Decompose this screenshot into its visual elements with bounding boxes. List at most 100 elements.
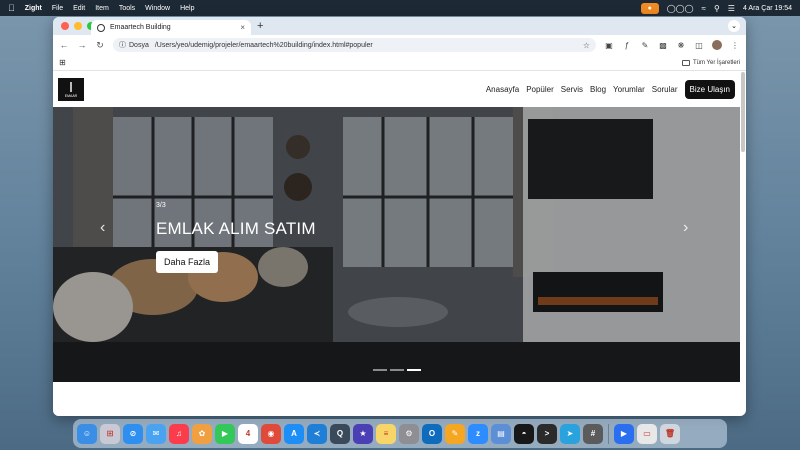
- new-tab-button[interactable]: +: [257, 20, 263, 32]
- status-dots-icon[interactable]: ◯◯◯: [667, 4, 694, 13]
- pen-icon[interactable]: ✎: [640, 41, 650, 50]
- slide-counter: 3/3: [156, 202, 166, 209]
- menu-window[interactable]: Window: [145, 5, 170, 12]
- calendar-icon[interactable]: 4: [238, 423, 258, 444]
- menubar-status-area: ● ◯◯◯ ≈ ⚲ ☰ 4 Ara Çar 19:54: [640, 2, 792, 14]
- tab-emaartech[interactable]: Emaartech Building ×: [91, 20, 251, 35]
- contact-button[interactable]: Bize Ulaşın: [684, 80, 735, 99]
- hero-dark-overlay: [53, 107, 740, 382]
- menu-edit[interactable]: Edit: [73, 5, 85, 12]
- telegram-icon[interactable]: ➤: [560, 423, 580, 444]
- web-page: EMAAR Anasayfa Popüler Servis Blog Yorum…: [53, 72, 740, 416]
- address-bar[interactable]: ⓘ Dosya /Users/yeo/udemig/projeler/emaar…: [113, 38, 596, 52]
- zight-icon[interactable]: ▶: [614, 423, 634, 444]
- recording-icon[interactable]: ●: [640, 2, 659, 14]
- extension-f-icon[interactable]: ƒ: [622, 41, 632, 50]
- hero-carousel: 3/3 EMLAK ALIM SATIM Daha Fazla ‹ ›: [53, 107, 740, 382]
- profile-avatar[interactable]: [712, 40, 722, 50]
- close-window-button[interactable]: [61, 22, 69, 30]
- search-icon[interactable]: ⚲: [714, 4, 720, 13]
- site-header: EMAAR Anasayfa Popüler Servis Blog Yorum…: [53, 72, 740, 107]
- hero-title: EMLAK ALIM SATIM: [156, 219, 316, 238]
- macos-menubar:  Zight File Edit Item Tools Window Help…: [0, 0, 800, 16]
- macos-dock: ☺ ⊞ ⊘ ✉ ♫ ✿ ▶ 4 ◉ A ≺ Q ★ ≡ ⚙ O ✎ z ▤ ◓ > ➤ # ▶ ▭ 🗑: [73, 419, 727, 448]
- wifi-icon[interactable]: ≈: [702, 4, 706, 13]
- page-scrollbar[interactable]: [741, 72, 745, 152]
- screen-capture-icon[interactable]: ▣: [604, 41, 614, 50]
- downloads-icon[interactable]: ▭: [637, 423, 657, 444]
- nav-servis[interactable]: Servis: [561, 85, 583, 94]
- carousel-indicator-2[interactable]: [390, 369, 404, 371]
- logo-tower-icon: [70, 82, 72, 92]
- finder-icon[interactable]: ☺: [77, 423, 97, 444]
- mail-icon[interactable]: ✉: [146, 423, 166, 444]
- preview-icon[interactable]: ▤: [491, 423, 511, 444]
- outlook-icon[interactable]: O: [422, 423, 442, 444]
- minimize-window-button[interactable]: [74, 22, 82, 30]
- notes-icon[interactable]: ≡: [376, 423, 396, 444]
- quicktime-icon[interactable]: Q: [330, 423, 350, 444]
- calculator-icon[interactable]: #: [583, 423, 603, 444]
- nav-populer[interactable]: Popüler: [526, 85, 554, 94]
- nav-anasayfa[interactable]: Anasayfa: [486, 85, 519, 94]
- site-logo[interactable]: EMAAR: [58, 78, 84, 101]
- photos-icon[interactable]: ✿: [192, 423, 212, 444]
- menu-item[interactable]: Item: [95, 5, 109, 12]
- apple-icon[interactable]: : [8, 3, 15, 13]
- url-text[interactable]: /Users/yeo/udemig/projeler/emaartech%20b…: [155, 42, 373, 49]
- tab-bar: Emaartech Building × + ⌄: [53, 17, 746, 35]
- menu-tools[interactable]: Tools: [119, 5, 135, 12]
- carousel-indicator-1[interactable]: [373, 369, 387, 371]
- pencil-icon[interactable]: ✎: [445, 423, 465, 444]
- settings-icon[interactable]: ⚙: [399, 423, 419, 444]
- dock-separator: [608, 423, 609, 444]
- safari-icon[interactable]: ⊘: [123, 423, 143, 444]
- menu-file[interactable]: File: [52, 5, 63, 12]
- menu-app-name[interactable]: Zight: [25, 5, 42, 12]
- puzzle-icon[interactable]: ❋: [676, 41, 686, 50]
- info-icon[interactable]: ⓘ: [119, 40, 126, 50]
- chrome-icon[interactable]: ◉: [261, 423, 281, 444]
- superstar-icon[interactable]: ★: [353, 423, 373, 444]
- chevron-down-icon[interactable]: ⌄: [728, 20, 740, 32]
- carousel-indicator-3[interactable]: [407, 369, 421, 371]
- github-icon[interactable]: ◓: [514, 423, 534, 444]
- hero-more-button[interactable]: Daha Fazla: [156, 251, 219, 273]
- nav-sorular[interactable]: Sorular: [652, 85, 678, 94]
- terminal-icon[interactable]: >: [537, 423, 557, 444]
- site-nav: Anasayfa Popüler Servis Blog Yorumlar So…: [486, 80, 735, 99]
- bookmarks-bar: ⊞ Tüm Yer İşaretleri: [53, 55, 746, 71]
- sidebar-icon[interactable]: ◫: [694, 41, 704, 50]
- menu-help[interactable]: Help: [180, 5, 194, 12]
- back-icon[interactable]: ←: [59, 40, 69, 50]
- menubar-clock[interactable]: 4 Ara Çar 19:54: [743, 5, 792, 12]
- carousel-next-icon[interactable]: ›: [683, 219, 688, 237]
- vscode-icon[interactable]: ≺: [307, 423, 327, 444]
- music-icon[interactable]: ♫: [169, 423, 189, 444]
- apps-grid-icon[interactable]: ⊞: [59, 58, 66, 67]
- more-menu-icon[interactable]: ⋮: [730, 41, 740, 50]
- url-protocol-label: Dosya: [129, 41, 149, 49]
- nav-yorumlar[interactable]: Yorumlar: [613, 85, 645, 94]
- appstore-icon[interactable]: A: [284, 423, 304, 444]
- launchpad-icon[interactable]: ⊞: [100, 423, 120, 444]
- nav-blog[interactable]: Blog: [590, 85, 606, 94]
- reload-icon[interactable]: ↻: [95, 40, 105, 51]
- forward-icon[interactable]: →: [77, 40, 87, 50]
- tab-close-icon[interactable]: ×: [240, 23, 245, 32]
- tab-title: Emaartech Building: [110, 24, 171, 31]
- all-bookmarks-button[interactable]: Tüm Yer İşaretleri: [681, 59, 740, 66]
- control-center-icon[interactable]: ☰: [728, 4, 735, 13]
- trash-icon[interactable]: 🗑: [660, 423, 680, 444]
- all-bookmarks-label: Tüm Yer İşaretleri: [692, 59, 740, 66]
- facetime-icon[interactable]: ▶: [215, 423, 235, 444]
- browser-window: Emaartech Building × + ⌄ ← → ↻ ⓘ Dosya /…: [53, 17, 746, 416]
- browser-toolbar: ← → ↻ ⓘ Dosya /Users/yeo/udemig/projeler…: [53, 35, 746, 55]
- carousel-prev-icon[interactable]: ‹: [100, 219, 105, 237]
- globe-icon: [97, 23, 105, 32]
- extension-monitor-icon[interactable]: ▩: [658, 41, 668, 50]
- zoom-icon[interactable]: z: [468, 423, 488, 444]
- bookmark-star-icon[interactable]: ☆: [583, 41, 590, 50]
- logo-text: EMAAR: [64, 94, 78, 98]
- window-controls: [61, 22, 95, 30]
